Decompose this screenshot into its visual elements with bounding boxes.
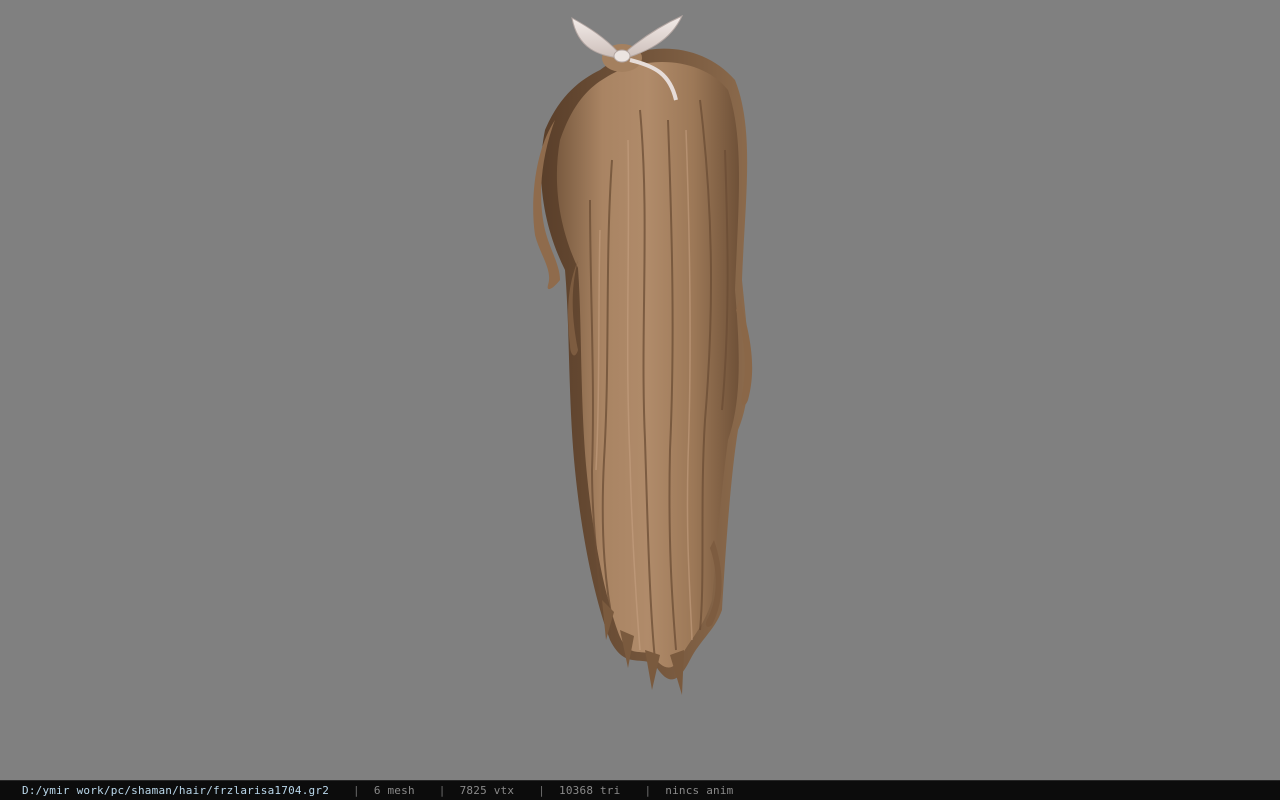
anim-status: nincs anim [665, 784, 734, 797]
separator: | [538, 784, 546, 797]
hair-main-mass [556, 62, 739, 668]
separator: | [353, 784, 360, 797]
hair-model[interactable] [0, 0, 1280, 780]
status-bar: D:/ymir work/pc/shaman/hair/frzlarisa170… [0, 780, 1280, 800]
3d-viewport[interactable] [0, 0, 1280, 780]
triangle-count: 10368 tri [559, 784, 621, 797]
separator: | [438, 784, 446, 797]
vertex-count: 7825 vtx [459, 784, 515, 797]
file-path: D:/ymir work/pc/shaman/hair/frzlarisa170… [22, 784, 330, 797]
separator: | [644, 784, 652, 797]
mesh-count: 6 mesh [373, 784, 415, 797]
